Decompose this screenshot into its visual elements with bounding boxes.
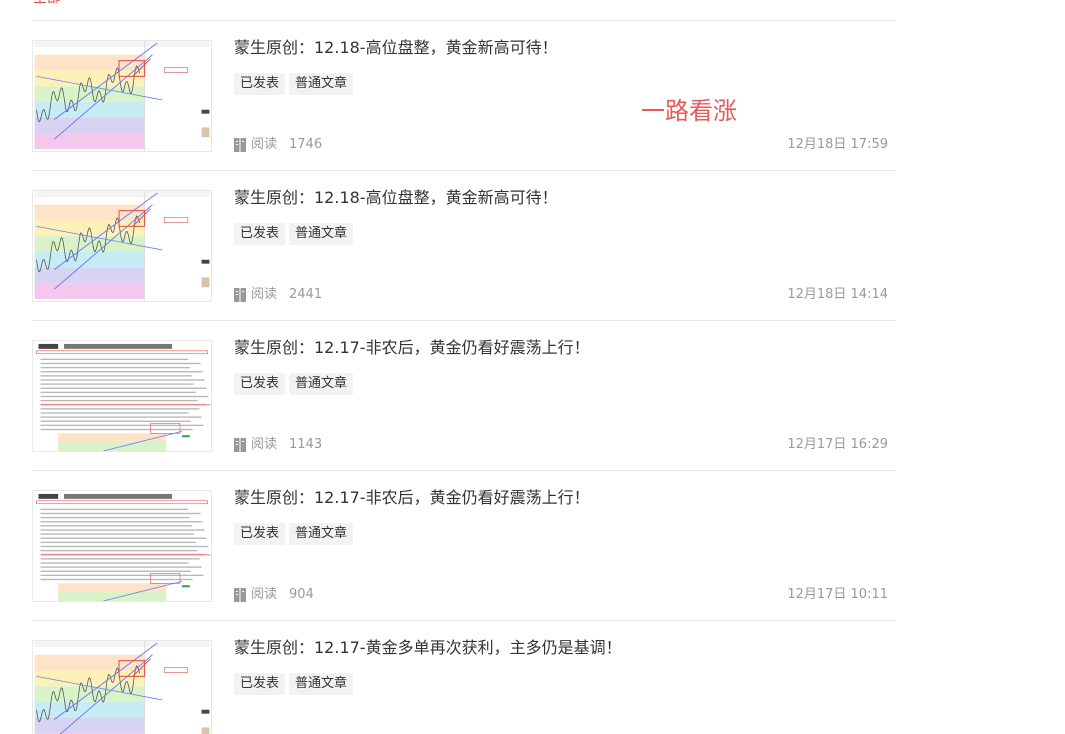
read-stats: 阅读 1143 [234,436,322,454]
article-thumbnail[interactable] [32,40,212,152]
thumbnail-image [36,493,211,601]
article-thumbnail[interactable] [32,340,212,452]
article-title[interactable]: 蒙生原创：12.17-非农后，黄金仍看好震荡上行！ [234,487,590,509]
read-count: 2441 [289,287,323,302]
status-badge: 已发表 [234,523,286,545]
publish-time: 12月18日 14:14 [787,287,888,302]
article-list-page: 全部 蒙生原创：12.18-高位盘整，黄金新高可待！ 已发表 普通文章 阅读 1… [0,0,1065,734]
status-badge: 已发表 [234,73,286,95]
status-badge: 已发表 [234,373,286,395]
tag-group: 已发表 普通文章 [234,673,354,695]
tag-group: 已发表 普通文章 [234,223,354,245]
read-count: 904 [289,587,314,602]
overlay-annotation: 一路看涨 [641,97,737,125]
read-label: 阅读 [251,587,278,602]
type-badge: 普通文章 [289,223,354,245]
read-stats: 阅读 904 [234,586,314,604]
read-stats: 阅读 2441 [234,286,322,304]
article-thumbnail[interactable] [32,190,212,302]
list-item[interactable]: 蒙生原创：12.18-高位盘整，黄金新高可待！ 已发表 普通文章 阅读 1746… [32,20,896,170]
thumbnail-image [34,191,210,301]
type-badge: 普通文章 [289,673,354,695]
type-badge: 普通文章 [289,73,354,95]
read-count: 1746 [289,137,323,152]
publish-time: 12月18日 17:59 [787,137,888,152]
article-thumbnail[interactable] [32,640,212,734]
book-icon [234,288,246,302]
read-label: 阅读 [251,137,278,152]
thumbnail-image [34,641,210,734]
status-badge: 已发表 [234,223,286,245]
list-item[interactable]: 蒙生原创：12.18-高位盘整，黄金新高可待！ 已发表 普通文章 阅读 2441… [32,170,896,320]
article-title[interactable]: 蒙生原创：12.17-黄金多单再次获利，主多仍是基调！ [234,637,622,659]
thumbnail-image [34,41,210,151]
type-badge: 普通文章 [289,373,354,395]
tag-group: 已发表 普通文章 [234,523,354,545]
book-icon [234,588,246,602]
list-item[interactable]: 蒙生原创：12.17-非农后，黄金仍看好震荡上行！ 已发表 普通文章 阅读 11… [32,320,896,470]
book-icon [234,138,246,152]
tag-group: 已发表 普通文章 [234,73,354,95]
tag-group: 已发表 普通文章 [234,373,354,395]
article-title[interactable]: 蒙生原创：12.18-高位盘整，黄金新高可待！ [234,37,558,59]
list-item[interactable]: 蒙生原创：12.17-非农后，黄金仍看好震荡上行！ 已发表 普通文章 阅读 90… [32,470,896,620]
tab-all[interactable]: 全部 [33,0,61,8]
read-stats: 阅读 1746 [234,136,322,154]
article-title[interactable]: 蒙生原创：12.17-非农后，黄金仍看好震荡上行！ [234,337,590,359]
article-title[interactable]: 蒙生原创：12.18-高位盘整，黄金新高可待！ [234,187,558,209]
article-list: 蒙生原创：12.18-高位盘整，黄金新高可待！ 已发表 普通文章 阅读 1746… [32,20,896,734]
read-label: 阅读 [251,287,278,302]
article-thumbnail[interactable] [32,490,212,602]
thumbnail-image [36,343,211,451]
status-badge: 已发表 [234,673,286,695]
publish-time: 12月17日 10:11 [787,587,888,602]
list-item[interactable]: 蒙生原创：12.17-黄金多单再次获利，主多仍是基调！ 已发表 普通文章 [32,620,896,734]
read-label: 阅读 [251,437,278,452]
book-icon [234,438,246,452]
read-count: 1143 [289,437,323,452]
publish-time: 12月17日 16:29 [787,437,888,452]
type-badge: 普通文章 [289,523,354,545]
